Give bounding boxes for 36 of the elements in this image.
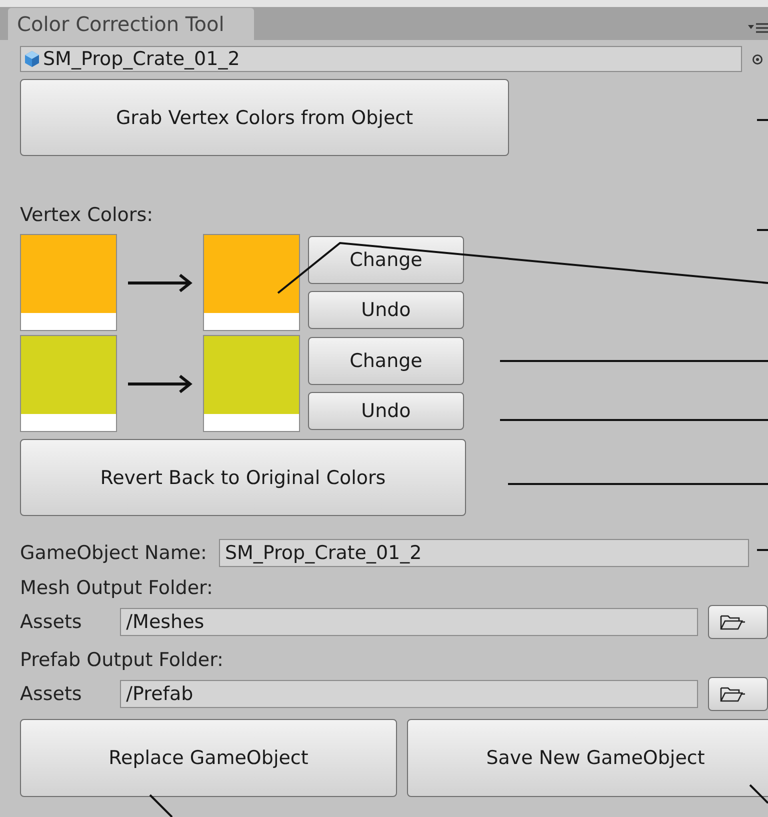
folder-label: Prefab Output Folder: bbox=[20, 648, 224, 673]
assets-label: Assets bbox=[20, 683, 83, 705]
color-swatch[interactable] bbox=[20, 234, 117, 331]
change-button[interactable]: Change bbox=[308, 337, 464, 385]
right-arrow-icon bbox=[128, 374, 194, 394]
folder-path-field[interactable]: /Meshes bbox=[120, 608, 698, 636]
folder-label: Mesh Output Folder: bbox=[20, 576, 214, 601]
change-button[interactable]: Change bbox=[308, 236, 464, 284]
revert-button[interactable]: Revert Back to Original Colors bbox=[20, 439, 466, 516]
folder-button[interactable] bbox=[708, 605, 768, 639]
folder-path-field[interactable]: /Prefab bbox=[120, 680, 698, 708]
leader-line bbox=[149, 794, 173, 817]
gameobject-name-field[interactable]: SM_Prop_Crate_01_2 bbox=[218, 539, 749, 567]
undo-button[interactable]: Undo bbox=[308, 392, 464, 430]
color-swatch[interactable] bbox=[203, 335, 300, 432]
right-arrow-icon bbox=[128, 272, 194, 292]
menu-icon[interactable] bbox=[748, 22, 768, 34]
color-swatch[interactable] bbox=[20, 335, 117, 432]
action-button[interactable]: Save New GameObject bbox=[407, 719, 768, 797]
leader-line bbox=[749, 784, 768, 804]
action-button[interactable]: Replace GameObject bbox=[20, 719, 397, 797]
color-swatch[interactable] bbox=[203, 234, 300, 331]
leader-line bbox=[757, 229, 768, 231]
object-field[interactable]: SM_Prop_Crate_01_2 bbox=[20, 46, 742, 72]
undo-button[interactable]: Undo bbox=[308, 291, 464, 329]
leader-line bbox=[757, 549, 768, 551]
object-name: SM_Prop_Crate_01_2 bbox=[43, 48, 240, 70]
vertex-colors-label: Vertex Colors: bbox=[20, 204, 154, 228]
window-tab[interactable]: Color Correction Tool bbox=[8, 8, 254, 40]
leader-line bbox=[757, 119, 768, 121]
grab-colors-button[interactable]: Grab Vertex Colors from Object bbox=[20, 79, 509, 156]
target-icon[interactable] bbox=[752, 54, 763, 64]
assets-label: Assets bbox=[20, 611, 83, 633]
gameobject-name-label: GameObject Name: bbox=[20, 542, 207, 564]
cube-icon bbox=[23, 50, 41, 68]
folder-button[interactable] bbox=[708, 677, 768, 711]
